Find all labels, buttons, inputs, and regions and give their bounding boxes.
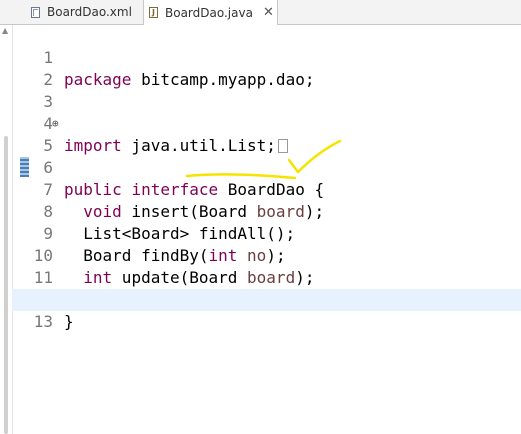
java-file-icon: J <box>149 7 158 18</box>
scrollbar-thumb[interactable] <box>4 136 8 434</box>
code-line-1: 1 package bitcamp.myapp.dao; <box>12 25 521 89</box>
code-line-10: 10 int update(Board board); <box>12 223 521 287</box>
code-line-3: 3 ⊕ import java.util.List; <box>12 69 521 155</box>
code-line-4: 4 <box>12 91 521 133</box>
tab-boarddao-xml[interactable]: BoardDao.xml <box>26 0 142 24</box>
code-line-2: 2 <box>12 47 521 89</box>
tab-label: BoardDao.java <box>165 5 253 20</box>
xml-file-icon <box>31 6 40 18</box>
code-line-7: 7 void insert(Board board); <box>12 157 521 221</box>
line-number: 13 <box>33 312 53 331</box>
code-line-12: 12 } <box>12 267 521 331</box>
scroll-up-arrow-icon[interactable]: ▲ <box>2 27 10 35</box>
code-line-8: 8 List<Board> findAll(); <box>12 179 521 243</box>
tab-label: BoardDao.xml <box>47 5 132 19</box>
editor-tab-bar: BoardDao.xml J BoardDao.java ✕ <box>0 0 521 25</box>
code-text: } <box>64 312 74 331</box>
close-icon[interactable]: ✕ <box>263 5 274 20</box>
code-line-11: 11 int delete(Board board); <box>12 245 521 309</box>
code-line-6: 6 public interface BoardDao { <box>12 135 521 199</box>
tab-boarddao-java[interactable]: J BoardDao.java ✕ <box>143 0 278 25</box>
code-editor[interactable]: 1 package bitcamp.myapp.dao; 2 3 ⊕ impor… <box>12 25 521 434</box>
code-line-9: 9 Board findBy(int no); <box>12 201 521 265</box>
code-line-5: 5 <box>12 113 521 155</box>
code-line-13: 13 <box>12 289 521 331</box>
